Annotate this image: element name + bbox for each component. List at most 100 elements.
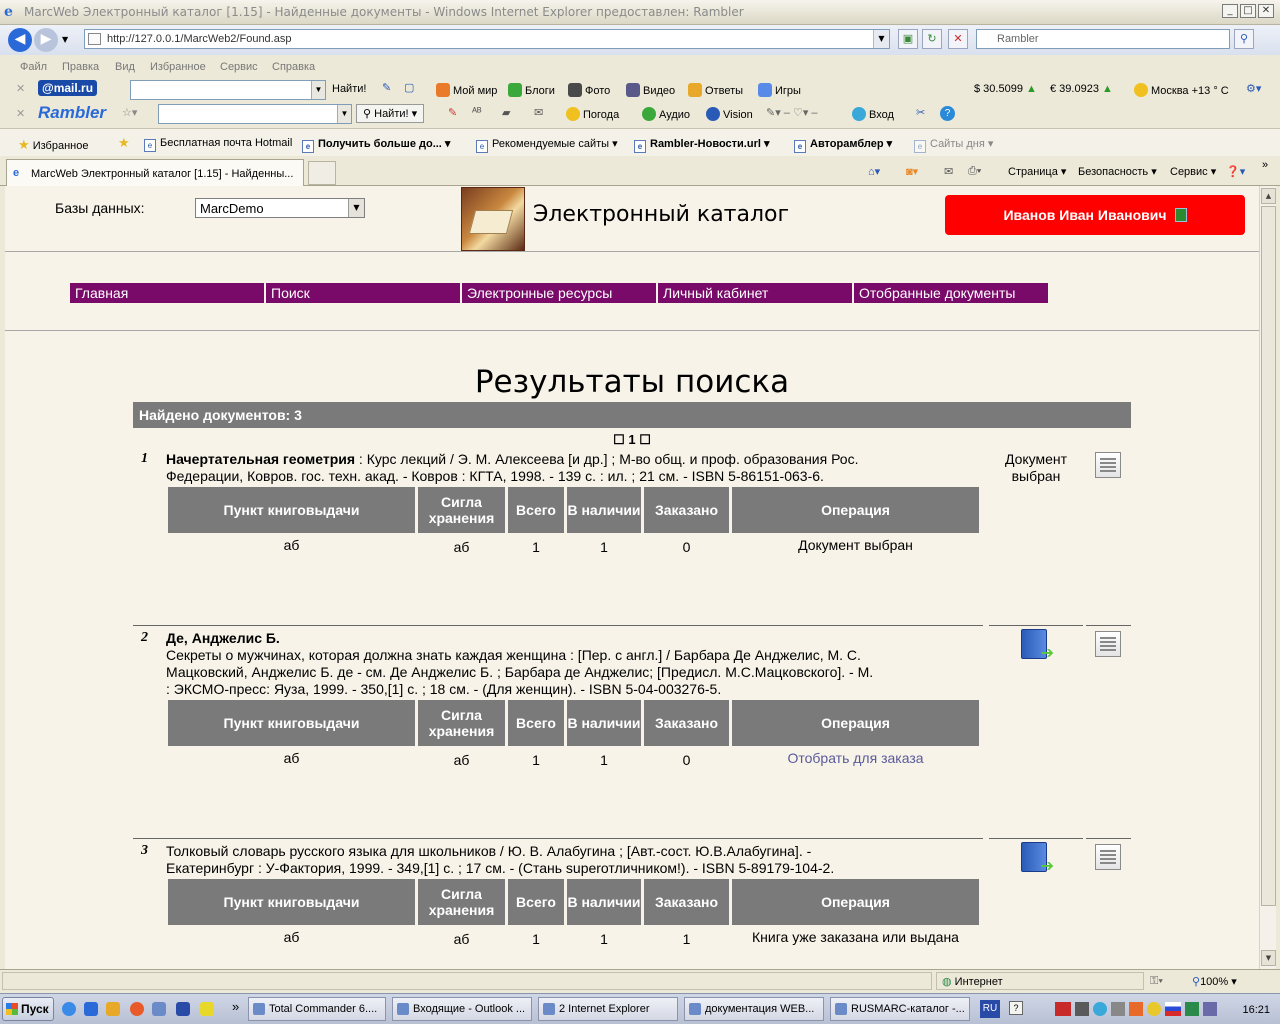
tray-network-icon[interactable] bbox=[1075, 1002, 1089, 1016]
vertical-scrollbar[interactable]: ▲ ▼ bbox=[1259, 186, 1276, 969]
menu-favorites[interactable]: Избранное bbox=[150, 61, 206, 73]
tray-mail-icon[interactable] bbox=[1111, 1002, 1125, 1016]
quicklaunch-icon[interactable] bbox=[62, 1002, 76, 1016]
home-icon[interactable]: ⌂▾ bbox=[868, 165, 880, 178]
link-igry[interactable]: Игры bbox=[758, 83, 801, 97]
tray-security-icon[interactable] bbox=[1185, 1002, 1199, 1016]
fav-recommended[interactable]: e Рекомендуемые сайты ▾ bbox=[476, 137, 618, 153]
favorites-button[interactable]: ★ Избранное bbox=[18, 137, 88, 153]
nav-home[interactable]: Главная bbox=[70, 283, 264, 303]
menu-edit[interactable]: Правка bbox=[62, 61, 99, 73]
rambler-logo[interactable]: Rambler bbox=[38, 103, 106, 123]
print-icon[interactable]: ⎙▾ bbox=[968, 165, 981, 178]
link-vision[interactable]: Vision bbox=[706, 107, 753, 121]
minimize-button[interactable]: _ bbox=[1222, 4, 1238, 18]
link-foto[interactable]: Фото bbox=[568, 83, 610, 97]
back-button[interactable]: ◀ bbox=[8, 28, 32, 52]
tray-smiley-icon[interactable] bbox=[1147, 1002, 1161, 1016]
scroll-thumb[interactable] bbox=[1261, 206, 1276, 906]
mailru-search-input[interactable]: ▼ bbox=[130, 80, 326, 100]
tray-app-icon[interactable] bbox=[1055, 1002, 1071, 1016]
rambler-search-input[interactable]: ▼ bbox=[158, 104, 352, 124]
ie-quicklaunch-icon[interactable] bbox=[84, 1002, 98, 1016]
outlook-quicklaunch-icon[interactable] bbox=[106, 1002, 120, 1016]
tab-marcweb[interactable]: e MarcWeb Электронный каталог [1.15] - Н… bbox=[6, 159, 304, 186]
search-input[interactable]: Rambler bbox=[997, 33, 1039, 45]
tray-flag-icon[interactable] bbox=[1165, 1002, 1181, 1016]
weather[interactable]: Москва +13 ° C bbox=[1134, 83, 1229, 97]
zoom-control[interactable]: ⚲100% ▾ bbox=[1192, 975, 1237, 988]
tray-skype-icon[interactable] bbox=[1093, 1002, 1107, 1016]
login-link[interactable]: Вход bbox=[852, 107, 894, 121]
task-rusmarc[interactable]: RUSMARC-каталог -... bbox=[830, 997, 970, 1021]
tools-icon[interactable]: ✂ bbox=[916, 106, 925, 119]
mailru-logo[interactable]: @mail.ru bbox=[38, 80, 98, 96]
add-favorite-icon[interactable]: ★ bbox=[118, 135, 130, 151]
fav-sites-of-day[interactable]: e Сайты дня ▾ bbox=[914, 137, 993, 153]
maximize-button[interactable]: □ bbox=[1240, 4, 1256, 18]
compat-icon[interactable]: ▣ bbox=[898, 29, 918, 49]
stop-icon[interactable]: ✕ bbox=[948, 29, 968, 49]
new-tab-button[interactable] bbox=[308, 161, 336, 185]
link-audio[interactable]: Аудио bbox=[642, 107, 690, 121]
spellcheck-icon[interactable]: ᴬᴮ bbox=[472, 106, 482, 118]
marker-icon[interactable]: ✎ bbox=[448, 106, 457, 119]
eraser-icon[interactable]: ▰ bbox=[502, 106, 510, 119]
add-to-order-icon[interactable] bbox=[1021, 842, 1054, 875]
link-pogoda[interactable]: Погода bbox=[566, 107, 619, 121]
logout-icon[interactable] bbox=[1174, 208, 1187, 222]
read-mail-icon[interactable]: ✉ bbox=[944, 165, 953, 178]
safety-menu[interactable]: Безопасность ▾ bbox=[1078, 165, 1157, 178]
document-details-icon[interactable] bbox=[1095, 844, 1121, 870]
word-quicklaunch-icon[interactable] bbox=[176, 1002, 190, 1016]
help-icon[interactable]: ? bbox=[940, 106, 955, 121]
star-icon[interactable]: ☆▾ bbox=[122, 106, 137, 119]
tray-misc-icon[interactable] bbox=[1203, 1002, 1217, 1016]
mail-icon[interactable]: ✉ bbox=[534, 106, 543, 119]
link-moy-mir[interactable]: Мой мир bbox=[436, 83, 497, 97]
chevron-icon[interactable]: » bbox=[1262, 159, 1268, 171]
rss-icon[interactable]: ◙▾ bbox=[906, 165, 918, 178]
close-button[interactable]: ✕ bbox=[1258, 4, 1274, 18]
menu-file[interactable]: Файл bbox=[20, 61, 47, 73]
menu-help[interactable]: Справка bbox=[272, 61, 315, 73]
task-total-commander[interactable]: Total Commander 6.... bbox=[248, 997, 386, 1021]
chevron-down-icon[interactable]: ▼ bbox=[348, 199, 364, 217]
fav-get-more[interactable]: e Получить больше до... ▾ bbox=[302, 137, 450, 153]
task-internet-explorer[interactable]: 2 Internet Explorer bbox=[538, 997, 678, 1021]
user-button[interactable]: Иванов Иван Иванович bbox=[945, 195, 1245, 235]
task-documentation[interactable]: документация WEB... bbox=[684, 997, 824, 1021]
mail-quicklaunch-icon[interactable] bbox=[130, 1002, 144, 1016]
start-button[interactable]: Пуск bbox=[2, 997, 54, 1021]
select-for-order-link[interactable]: Отобрать для заказа bbox=[732, 750, 979, 766]
address-bar[interactable]: http://127.0.0.1/MarcWeb2/Found.asp ▼ bbox=[84, 29, 890, 49]
chevron-icon[interactable]: » bbox=[232, 999, 239, 1014]
pen-icon[interactable]: ✎ bbox=[382, 81, 391, 94]
nav-search[interactable]: Поиск bbox=[266, 283, 460, 303]
scroll-up-icon[interactable]: ▲ bbox=[1261, 188, 1276, 204]
tools-menu[interactable]: Сервис ▾ bbox=[1170, 165, 1216, 178]
document-details-icon[interactable] bbox=[1095, 631, 1121, 657]
refresh-icon[interactable]: ↻ bbox=[922, 29, 942, 49]
pen-menu-icon[interactable]: ✎▾ – ♡▾ – bbox=[766, 106, 818, 119]
address-input[interactable]: http://127.0.0.1/MarcWeb2/Found.asp bbox=[107, 33, 291, 45]
close-toolbar-icon[interactable]: ✕ bbox=[16, 82, 25, 95]
protected-mode-icon[interactable]: ⚿▾ bbox=[1150, 975, 1163, 988]
fav-hotmail[interactable]: e Бесплатная почта Hotmail bbox=[144, 137, 292, 152]
nav-e-resources[interactable]: Электронные ресурсы bbox=[462, 283, 656, 303]
close-toolbar-icon[interactable]: ✕ bbox=[16, 107, 25, 120]
add-to-order-icon[interactable] bbox=[1021, 629, 1054, 662]
scroll-down-icon[interactable]: ▼ bbox=[1261, 950, 1276, 966]
mailru-find-button[interactable]: Найти! bbox=[332, 83, 366, 95]
record-title[interactable]: Начертательная геометрия bbox=[166, 451, 355, 467]
help-icon[interactable]: ❓▾ bbox=[1226, 165, 1245, 178]
menu-tools[interactable]: Сервис bbox=[220, 61, 258, 73]
forward-button[interactable]: ▶ bbox=[34, 28, 58, 52]
page-menu[interactable]: Страница ▾ bbox=[1008, 165, 1066, 178]
fav-autorambler[interactable]: e Авторамблер ▾ bbox=[794, 137, 892, 153]
fav-rambler-news[interactable]: e Rambler-Новости.url ▾ bbox=[634, 137, 770, 153]
tray-volume-icon[interactable] bbox=[1129, 1002, 1143, 1016]
search-box[interactable]: Rambler bbox=[976, 29, 1230, 49]
link-video[interactable]: Видео bbox=[626, 83, 675, 97]
db-select[interactable]: MarcDemo ▼ bbox=[195, 198, 365, 218]
